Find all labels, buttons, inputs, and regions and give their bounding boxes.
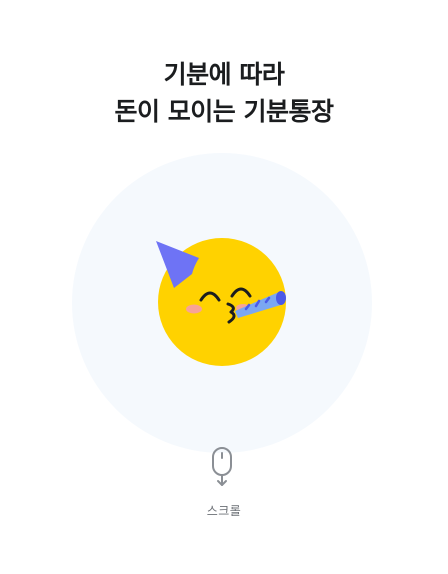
left-blush [186,304,202,314]
scroll-hint-label: 스크롤 [206,504,242,518]
headline-line-1: 기분에 따라 [163,60,285,89]
headline-line-2: 돈이 모이는 기분통장 [114,97,334,126]
party-face-icon [156,238,286,366]
page-headline: 기분에 따라 돈이 모이는 기분통장 [0,56,448,130]
mouse-scroll-icon [212,447,232,486]
